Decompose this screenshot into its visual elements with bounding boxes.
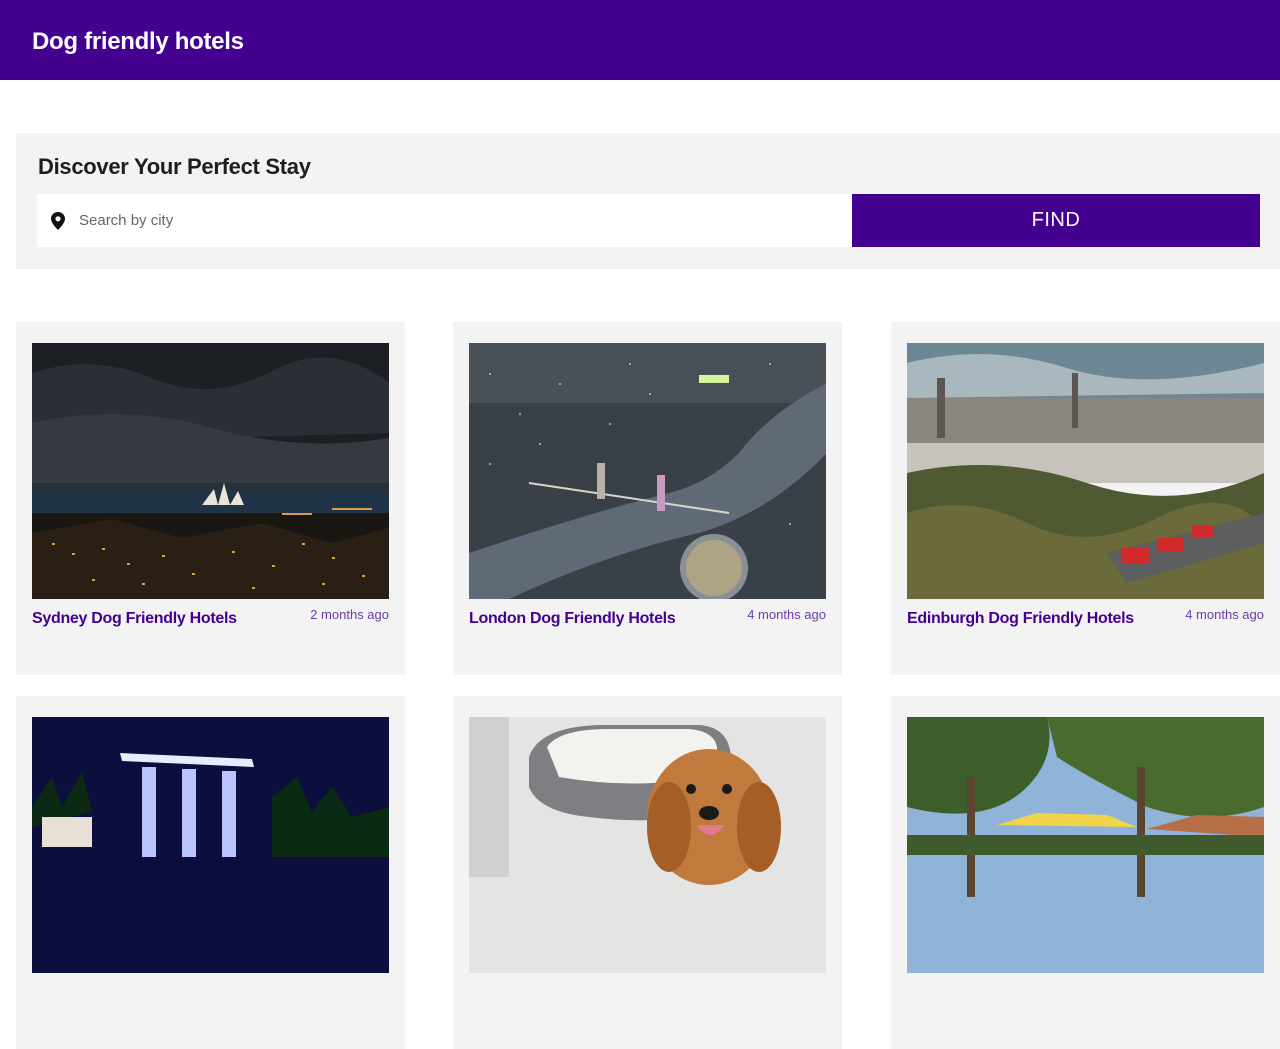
card-image-6[interactable] — [907, 717, 1264, 973]
search-input[interactable] — [77, 194, 837, 247]
find-button[interactable]: FIND — [852, 194, 1260, 247]
card-timestamp: 4 months ago — [1185, 607, 1264, 622]
card-image-edinburgh[interactable] — [907, 343, 1264, 599]
site-title[interactable]: Dog friendly hotels — [32, 27, 244, 57]
card-image-4[interactable] — [32, 717, 389, 973]
card-title[interactable]: Edinburgh Dog Friendly Hotels — [907, 609, 1134, 629]
hotel-card-4[interactable] — [16, 696, 405, 1049]
search-box[interactable] — [37, 194, 852, 247]
hotel-card-5[interactable] — [453, 696, 842, 1049]
hotel-card-sydney[interactable]: Sydney Dog Friendly Hotels 2 months ago — [16, 322, 405, 675]
search-heading: Discover Your Perfect Stay — [38, 154, 311, 179]
card-title[interactable]: London Dog Friendly Hotels — [469, 609, 676, 629]
card-title[interactable]: Sydney Dog Friendly Hotels — [32, 609, 237, 629]
card-timestamp: 2 months ago — [310, 607, 389, 622]
search-panel: Discover Your Perfect Stay FIND — [16, 133, 1280, 269]
card-image-5[interactable] — [469, 717, 826, 973]
hotel-card-london[interactable]: London Dog Friendly Hotels 4 months ago — [453, 322, 842, 675]
hotel-card-6[interactable] — [891, 696, 1280, 1049]
card-image-london[interactable] — [469, 343, 826, 599]
hotel-card-edinburgh[interactable]: Edinburgh Dog Friendly Hotels 4 months a… — [891, 322, 1280, 675]
card-timestamp: 4 months ago — [747, 607, 826, 622]
card-image-sydney[interactable] — [32, 343, 389, 599]
map-pin-icon — [51, 212, 65, 230]
site-header: Dog friendly hotels — [0, 0, 1280, 80]
